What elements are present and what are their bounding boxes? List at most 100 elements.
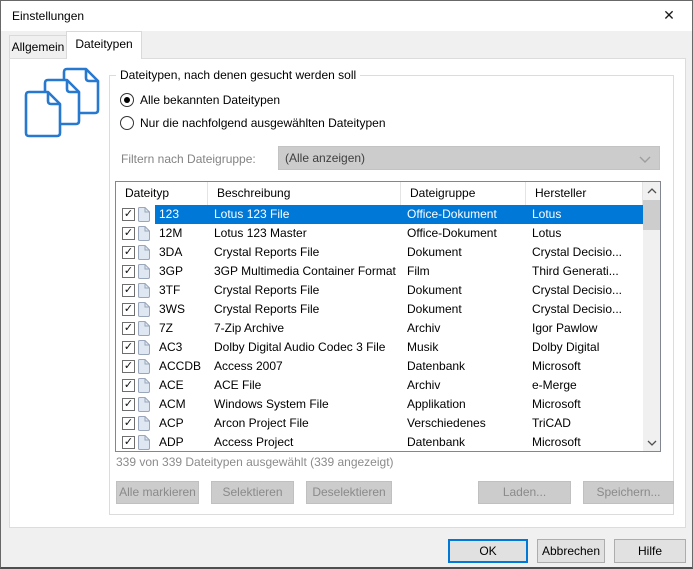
file-types-groupbox: Dateitypen, nach denen gesucht werden so… [109,75,674,515]
radio-all-known-filetypes[interactable]: Alle bekannten Dateitypen [120,92,280,107]
vertical-scrollbar[interactable] [643,182,660,451]
cancel-button[interactable]: Abbrechen [537,539,605,563]
cell-dateigruppe: Dokument [401,281,526,300]
row-checkbox[interactable]: ✓ [122,398,135,411]
table-row[interactable]: ✓ 3TF Crystal Reports File Dokument Crys… [116,281,643,300]
table-row[interactable]: ✓ ADP Access Project Datenbank Microsoft [116,433,643,451]
file-icon [138,264,150,279]
file-icon [138,302,150,317]
cell-hersteller: Lotus [526,205,643,224]
row-gutter: ✓ [116,376,155,395]
column-header-dateityp[interactable]: Dateityp [116,182,208,205]
cell-dateigruppe: Verschiedenes [401,414,526,433]
cell-hersteller: Crystal Decisio... [526,243,643,262]
row-cells: ACE ACE File Archiv e-Merge [155,376,643,395]
row-gutter: ✓ [116,281,155,300]
file-group-dropdown[interactable]: (Alle anzeigen) [278,146,660,170]
row-gutter: ✓ [116,357,155,376]
cell-dateityp: 12M [155,224,208,243]
row-checkbox[interactable]: ✓ [122,341,135,354]
file-icon [138,359,150,374]
file-icon [138,283,150,298]
table-row[interactable]: ✓ 7Z 7-Zip Archive Archiv Igor Pawlow [116,319,643,338]
tabstrip: Allgemein Dateitypen [1,31,692,58]
row-gutter: ✓ [116,414,155,433]
cell-hersteller: e-Merge [526,376,643,395]
row-checkbox[interactable]: ✓ [122,322,135,335]
table-row[interactable]: ✓ ACM Windows System File Applikation Mi… [116,395,643,414]
row-gutter: ✓ [116,338,155,357]
column-header-hersteller[interactable]: Hersteller [526,182,643,205]
row-cells: ACCDB Access 2007 Datenbank Microsoft [155,357,643,376]
file-icon [138,435,150,450]
select-all-button[interactable]: Alle markieren [116,481,199,504]
table-row[interactable]: ✓ ACP Arcon Project File Verschiedenes T… [116,414,643,433]
table-row[interactable]: ✓ ACCDB Access 2007 Datenbank Microsoft [116,357,643,376]
cell-dateityp: ACE [155,376,208,395]
row-checkbox[interactable]: ✓ [122,284,135,297]
row-checkbox[interactable]: ✓ [122,227,135,240]
row-checkbox[interactable]: ✓ [122,208,135,221]
cell-beschreibung: Access Project [208,433,401,451]
cell-beschreibung: Dolby Digital Audio Codec 3 File [208,338,401,357]
selection-status-text: 339 von 339 Dateitypen ausgewählt (339 a… [116,455,394,469]
file-types-list: Dateityp Beschreibung Dateigruppe Herste… [115,181,661,452]
select-button[interactable]: Selektieren [211,481,294,504]
save-button[interactable]: Speichern... [583,481,674,504]
table-row[interactable]: ✓ AC3 Dolby Digital Audio Codec 3 File M… [116,338,643,357]
row-checkbox[interactable]: ✓ [122,417,135,430]
row-cells: AC3 Dolby Digital Audio Codec 3 File Mus… [155,338,643,357]
row-cells: ADP Access Project Datenbank Microsoft [155,433,643,451]
cell-hersteller: Third Generati... [526,262,643,281]
cell-dateityp: ACM [155,395,208,414]
cell-beschreibung: Arcon Project File [208,414,401,433]
radio-dot-0[interactable] [120,93,134,107]
row-checkbox[interactable]: ✓ [122,246,135,259]
table-row[interactable]: ✓ 123 Lotus 123 File Office-Dokument Lot… [116,205,643,224]
table-row[interactable]: ✓ 3DA Crystal Reports File Dokument Crys… [116,243,643,262]
tab-dateitypen[interactable]: Dateitypen [66,31,142,59]
list-header: Dateityp Beschreibung Dateigruppe Herste… [116,182,643,205]
row-cells: 3WS Crystal Reports File Dokument Crysta… [155,300,643,319]
ok-button[interactable]: OK [448,539,528,563]
cell-beschreibung: 3GP Multimedia Container Format [208,262,401,281]
cell-dateigruppe: Dokument [401,300,526,319]
cell-dateityp: 3DA [155,243,208,262]
row-checkbox[interactable]: ✓ [122,379,135,392]
table-row[interactable]: ✓ ACE ACE File Archiv e-Merge [116,376,643,395]
cell-dateityp: 123 [155,205,208,224]
row-checkbox[interactable]: ✓ [122,360,135,373]
scroll-up-icon[interactable] [643,182,660,199]
row-cells: 3GP 3GP Multimedia Container Format Film… [155,262,643,281]
table-row[interactable]: ✓ 12M Lotus 123 Master Office-Dokument L… [116,224,643,243]
row-gutter: ✓ [116,319,155,338]
row-cells: 3DA Crystal Reports File Dokument Crysta… [155,243,643,262]
close-icon[interactable]: ✕ [646,1,692,30]
scrollbar-thumb[interactable] [643,200,660,230]
tab-allgemein[interactable]: Allgemein [9,35,67,59]
load-button[interactable]: Laden... [478,481,571,504]
table-row[interactable]: ✓ 3GP 3GP Multimedia Container Format Fi… [116,262,643,281]
row-cells: 3TF Crystal Reports File Dokument Crysta… [155,281,643,300]
dropdown-value: (Alle anzeigen) [285,151,365,165]
deselect-button[interactable]: Deselektieren [306,481,392,504]
column-header-dateigruppe[interactable]: Dateigruppe [401,182,526,205]
radio-only-selected-filetypes[interactable]: Nur die nachfolgend ausgewählten Dateity… [120,115,386,130]
cell-dateigruppe: Datenbank [401,433,526,451]
cell-dateityp: 3WS [155,300,208,319]
row-checkbox[interactable]: ✓ [122,303,135,316]
radio-dot-1[interactable] [120,116,134,130]
scroll-down-icon[interactable] [643,434,660,451]
column-header-beschreibung[interactable]: Beschreibung [208,182,401,205]
row-cells: ACM Windows System File Applikation Micr… [155,395,643,414]
window-title: Einstellungen [12,9,84,23]
cell-dateityp: 3GP [155,262,208,281]
filter-group-label: Filtern nach Dateigruppe: [121,152,256,166]
help-button[interactable]: Hilfe [614,539,686,563]
table-row[interactable]: ✓ 3WS Crystal Reports File Dokument Crys… [116,300,643,319]
row-checkbox[interactable]: ✓ [122,436,135,449]
file-icon [138,397,150,412]
row-gutter: ✓ [116,395,155,414]
row-cells: 7Z 7-Zip Archive Archiv Igor Pawlow [155,319,643,338]
row-checkbox[interactable]: ✓ [122,265,135,278]
